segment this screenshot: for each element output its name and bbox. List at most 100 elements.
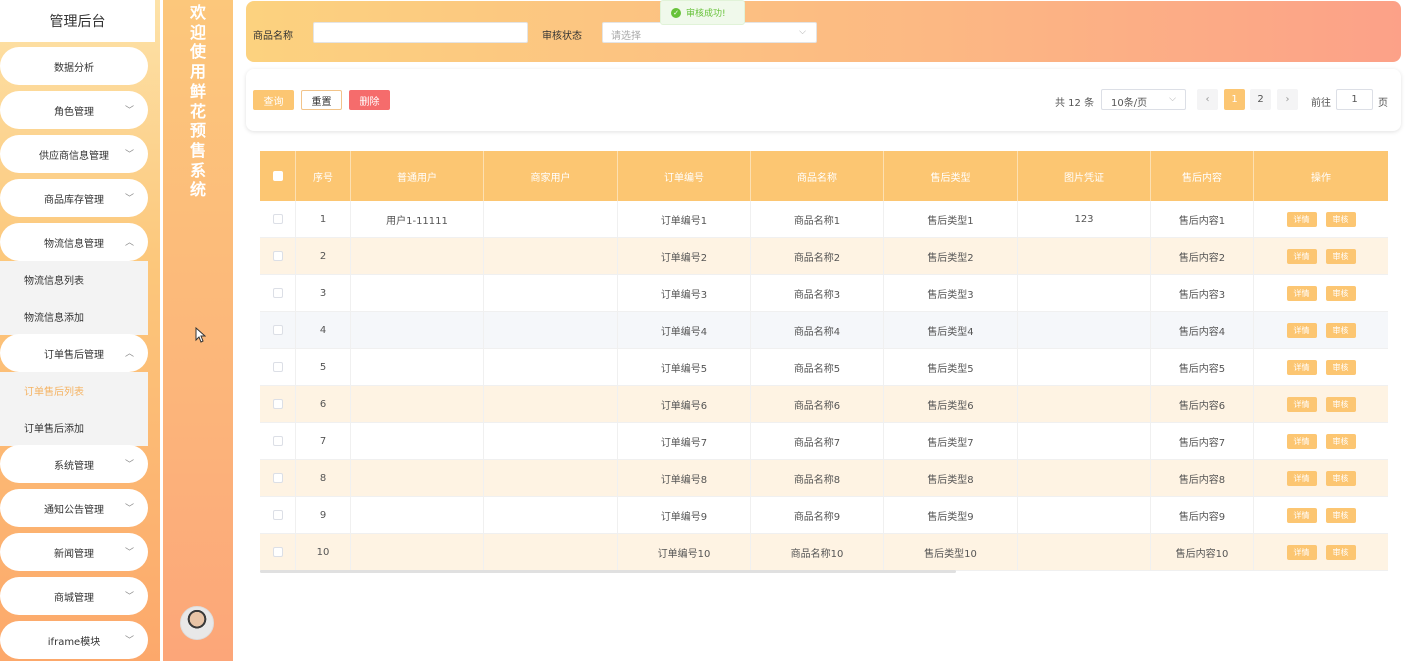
row-checkbox[interactable] (272, 362, 283, 372)
cell-after-sales-type: 售后类型7 (884, 423, 1018, 459)
sidebar-submenu-item[interactable]: 订单售后添加 (0, 409, 148, 446)
cell-order-no: 订单编号10 (618, 534, 751, 570)
audit-button[interactable]: 审核 (1325, 470, 1356, 486)
row-checkbox[interactable] (272, 251, 283, 261)
audit-button[interactable]: 审核 (1325, 211, 1356, 227)
detail-button[interactable]: 详情 (1286, 433, 1317, 449)
page-2-button[interactable]: 2 (1250, 89, 1271, 110)
row-checkbox[interactable] (272, 473, 283, 483)
row-select-cell (260, 349, 296, 385)
sidebar-submenu-item[interactable]: 物流信息列表 (0, 261, 148, 298)
sidebar-menu-item[interactable]: 角色管理 ﹀ (0, 91, 148, 129)
sidebar-submenu-item[interactable]: 物流信息添加 (0, 298, 148, 335)
page-size-select[interactable]: 10条/页 ⌵ (1101, 89, 1186, 110)
row-checkbox[interactable] (272, 547, 283, 557)
detail-button[interactable]: 详情 (1286, 248, 1317, 264)
welcome-text: 欢迎使用鲜花预售系统 (189, 3, 206, 200)
row-select-cell (260, 386, 296, 422)
sidebar-title: 管理后台 (0, 0, 155, 42)
sidebar-menu-label: 新闻管理 (54, 548, 94, 560)
detail-button[interactable]: 详情 (1286, 544, 1317, 560)
detail-button[interactable]: 详情 (1286, 470, 1317, 486)
product-name-input[interactable] (313, 22, 528, 43)
sidebar-menu-item[interactable]: 系统管理 ﹀ (0, 445, 148, 483)
goto-page-input[interactable]: 1 (1336, 89, 1373, 110)
cell-normal-user: 用户1-11111 (351, 201, 484, 237)
user-avatar[interactable] (180, 606, 214, 640)
row-checkbox[interactable] (272, 214, 283, 224)
delete-button[interactable]: 删除 (349, 90, 390, 110)
cell-normal-user (351, 460, 484, 496)
cell-after-sales-content: 售后内容5 (1151, 349, 1254, 385)
audit-button[interactable]: 审核 (1325, 359, 1356, 375)
row-checkbox[interactable] (272, 510, 283, 520)
table-row[interactable]: 2 订单编号2 商品名称2 售后类型2 售后内容2 详情 审核 (260, 238, 1388, 275)
cell-actions: 详情 审核 (1254, 423, 1388, 459)
audit-button[interactable]: 审核 (1325, 396, 1356, 412)
query-button[interactable]: 查询 (253, 90, 294, 110)
prev-page-button[interactable]: ‹ (1197, 89, 1218, 110)
cell-merchant-user (484, 534, 618, 570)
table-row[interactable]: 7 订单编号7 商品名称7 售后类型7 售后内容7 详情 审核 (260, 423, 1388, 460)
sidebar-submenu-item[interactable]: 订单售后列表 (0, 372, 148, 409)
table-row[interactable]: 4 订单编号4 商品名称4 售后类型4 售后内容4 详情 审核 (260, 312, 1388, 349)
audit-button[interactable]: 审核 (1325, 322, 1356, 338)
sidebar-menu-item[interactable]: 物流信息管理 ︿ (0, 223, 148, 261)
table-row[interactable]: 5 订单编号5 商品名称5 售后类型5 售后内容5 详情 审核 (260, 349, 1388, 386)
row-checkbox[interactable] (272, 288, 283, 298)
select-all-checkbox[interactable] (272, 171, 283, 181)
table-row[interactable]: 8 订单编号8 商品名称8 售后类型8 售后内容8 详情 审核 (260, 460, 1388, 497)
cell-product-name: 商品名称5 (751, 349, 884, 385)
audit-status-select[interactable]: 请选择 ⌵ (602, 22, 817, 43)
detail-button[interactable]: 详情 (1286, 359, 1317, 375)
horizontal-scrollbar[interactable] (260, 570, 956, 573)
sidebar-menu-item[interactable]: 订单售后管理 ︿ (0, 334, 148, 372)
check-circle-icon: ✓ (671, 7, 681, 18)
table-row[interactable]: 1 用户1-11111 订单编号1 商品名称1 售后类型1 123 售后内容1 详情 审核 (260, 201, 1388, 238)
audit-status-label: 审核状态 (542, 31, 582, 42)
cell-merchant-user (484, 497, 618, 533)
row-checkbox[interactable] (272, 436, 283, 446)
sidebar-menu-item[interactable]: 数据分析 (0, 47, 148, 85)
detail-button[interactable]: 详情 (1286, 285, 1317, 301)
detail-button[interactable]: 详情 (1286, 322, 1317, 338)
sidebar-menu-item[interactable]: 商城管理 ﹀ (0, 577, 148, 615)
sidebar-menu-item[interactable]: 新闻管理 ﹀ (0, 533, 148, 571)
detail-button[interactable]: 详情 (1286, 507, 1317, 523)
audit-button[interactable]: 审核 (1325, 544, 1356, 560)
cell-order-no: 订单编号5 (618, 349, 751, 385)
detail-button[interactable]: 详情 (1286, 396, 1317, 412)
table-row[interactable]: 9 订单编号9 商品名称9 售后类型9 售后内容9 详情 审核 (260, 497, 1388, 534)
audit-button[interactable]: 审核 (1325, 248, 1356, 264)
cell-product-name: 商品名称9 (751, 497, 884, 533)
table-row[interactable]: 6 订单编号6 商品名称6 售后类型6 售后内容6 详情 审核 (260, 386, 1388, 423)
audit-button[interactable]: 审核 (1325, 285, 1356, 301)
cell-normal-user (351, 534, 484, 570)
cell-after-sales-content: 售后内容4 (1151, 312, 1254, 348)
cell-product-name: 商品名称4 (751, 312, 884, 348)
cell-normal-user (351, 497, 484, 533)
sidebar-menu-item[interactable]: iframe模块 ﹀ (0, 621, 148, 659)
cell-order-no: 订单编号8 (618, 460, 751, 496)
cell-after-sales-type: 售后类型6 (884, 386, 1018, 422)
audit-button[interactable]: 审核 (1325, 507, 1356, 523)
audit-button[interactable]: 审核 (1325, 433, 1356, 449)
sidebar-menu-item[interactable]: 供应商信息管理 ﹀ (0, 135, 148, 173)
sidebar-menu-item[interactable]: 通知公告管理 ﹀ (0, 489, 148, 527)
next-page-button[interactable]: › (1277, 89, 1298, 110)
cell-after-sales-content: 售后内容9 (1151, 497, 1254, 533)
detail-button[interactable]: 详情 (1286, 211, 1317, 227)
cell-merchant-user (484, 423, 618, 459)
table-row[interactable]: 10 订单编号10 商品名称10 售后类型10 售后内容10 详情 审核 (260, 534, 1388, 571)
pagination-total: 共 12 条 (1055, 98, 1095, 109)
page-1-button[interactable]: 1 (1224, 89, 1245, 110)
row-checkbox[interactable] (272, 325, 283, 335)
cell-actions: 详情 审核 (1254, 386, 1388, 422)
reset-button[interactable]: 重置 (301, 90, 342, 110)
chevron-down-icon: ﹀ (124, 150, 134, 160)
sidebar-menu-label: 商城管理 (54, 592, 94, 604)
row-checkbox[interactable] (272, 399, 283, 409)
cell-image-proof (1018, 312, 1151, 348)
table-row[interactable]: 3 订单编号3 商品名称3 售后类型3 售后内容3 详情 审核 (260, 275, 1388, 312)
sidebar-menu-item[interactable]: 商品库存管理 ﹀ (0, 179, 148, 217)
